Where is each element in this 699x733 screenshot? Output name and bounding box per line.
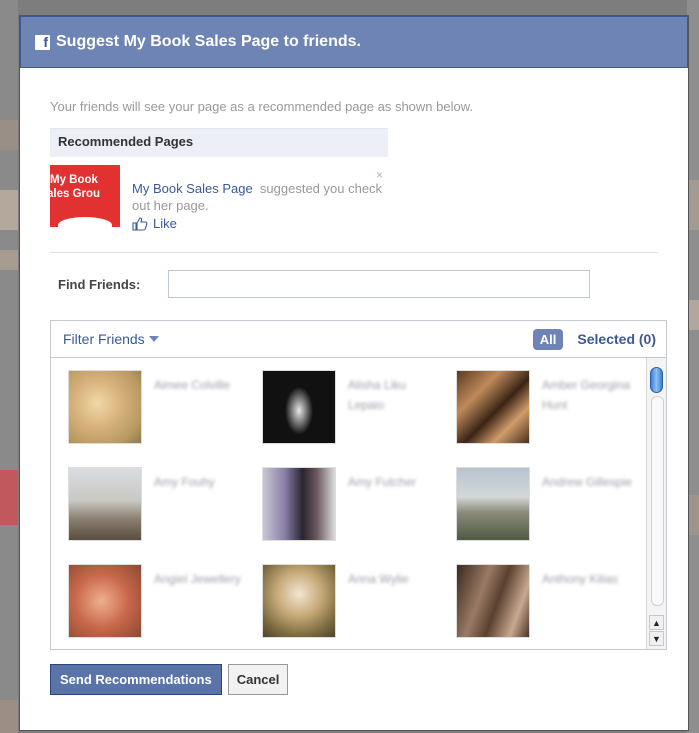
tab-all[interactable]: All <box>532 328 564 350</box>
dialog-title: Suggest My Book Sales Page to friends. <box>56 33 361 50</box>
friend-avatar <box>68 564 142 638</box>
suggestion-text: My Book Sales Page suggested you check o… <box>132 180 462 214</box>
thumb-text-line1: My Book <box>50 174 98 186</box>
scroll-thumb[interactable] <box>650 367 663 393</box>
tab-selected[interactable]: Selected (0) <box>577 331 656 347</box>
background-page-left <box>0 0 18 733</box>
filter-friends-label: Filter Friends <box>63 331 145 347</box>
thumb-text-line2: ales Grou <box>50 188 101 200</box>
friend-item[interactable]: Anthony Kilias <box>456 564 646 644</box>
friend-name: Aimee Colville <box>154 378 231 392</box>
friend-avatar <box>262 564 336 638</box>
friend-item[interactable]: Andrew Gillespie <box>456 467 646 547</box>
chevron-down-icon <box>148 336 159 342</box>
suggestion-line2: out her page. <box>132 198 209 213</box>
dialog-actions: Send Recommendations Cancel <box>50 664 658 695</box>
background-page-right <box>687 0 699 733</box>
filter-friends-dropdown[interactable]: Filter Friends <box>63 331 159 347</box>
suggest-dialog: f Suggest My Book Sales Page to friends.… <box>20 16 688 730</box>
friends-grid: Aimee Colville Alisha Liku Lepaio Amber … <box>51 358 647 649</box>
find-friends-row: Find Friends: <box>50 270 658 298</box>
friend-name: Amber Georgina Hunt <box>542 378 631 412</box>
find-friends-input[interactable] <box>168 270 590 298</box>
book-graphic <box>58 217 112 227</box>
find-friends-label: Find Friends: <box>58 276 141 292</box>
friend-item[interactable]: Aimee Colville <box>68 370 258 450</box>
dialog-titlebar: f Suggest My Book Sales Page to friends. <box>20 16 688 68</box>
friend-name: Amy Futcher <box>348 475 417 489</box>
friend-avatar <box>68 370 142 444</box>
friend-item[interactable]: Angiel Jewellery <box>68 564 258 644</box>
like-label: Like <box>153 216 177 231</box>
friend-name: Anthony Kilias <box>542 572 619 586</box>
friend-item[interactable]: Amber Georgina Hunt <box>456 370 646 450</box>
recommended-pages-box: Recommended Pages My Book ales Grou × My… <box>50 128 388 239</box>
intro-text: Your friends will see your page as a rec… <box>50 99 473 114</box>
friend-name: Alisha Liku Lepaio <box>348 378 407 412</box>
friends-selector-header: Filter Friends All Selected (0) <box>51 321 666 358</box>
recommended-page-item: My Book ales Grou × My Book Sales Page s… <box>50 157 388 239</box>
friend-avatar <box>68 467 142 541</box>
like-button[interactable]: Like <box>132 216 177 231</box>
friends-scrollbar[interactable]: ▲ ▼ <box>646 358 666 649</box>
friend-name: Andrew Gillespie <box>542 475 633 489</box>
cancel-button[interactable]: Cancel <box>227 664 289 695</box>
scroll-up-icon[interactable]: ▲ <box>649 615 664 630</box>
friend-item[interactable]: Anna Wylie <box>262 564 452 644</box>
send-recommendations-button[interactable]: Send Recommendations <box>50 664 222 695</box>
friend-avatar <box>456 467 530 541</box>
scroll-track[interactable] <box>651 396 664 606</box>
facebook-logo-icon: f <box>35 34 50 50</box>
page-link[interactable]: My Book Sales Page <box>132 181 253 196</box>
page-thumbnail[interactable]: My Book ales Grou <box>50 165 120 227</box>
friend-name: Amy Fouhy <box>154 475 215 489</box>
suggestion-line1: suggested you check <box>259 181 383 196</box>
friend-avatar <box>262 370 336 444</box>
friend-avatar <box>262 467 336 541</box>
friend-avatar <box>456 564 530 638</box>
friend-name: Anna Wylie <box>348 572 409 586</box>
friend-item[interactable]: Amy Futcher <box>262 467 452 547</box>
friend-avatar <box>456 370 530 444</box>
scroll-down-icon[interactable]: ▼ <box>649 631 664 646</box>
friends-selector: Filter Friends All Selected (0) Aimee Co… <box>50 320 667 650</box>
friend-item[interactable]: Amy Fouhy <box>68 467 258 547</box>
thumbs-up-icon <box>132 216 148 231</box>
friend-name: Angiel Jewellery <box>154 572 241 586</box>
divider <box>50 252 658 253</box>
friend-item[interactable]: Alisha Liku Lepaio <box>262 370 452 450</box>
recommended-pages-header: Recommended Pages <box>50 128 388 157</box>
